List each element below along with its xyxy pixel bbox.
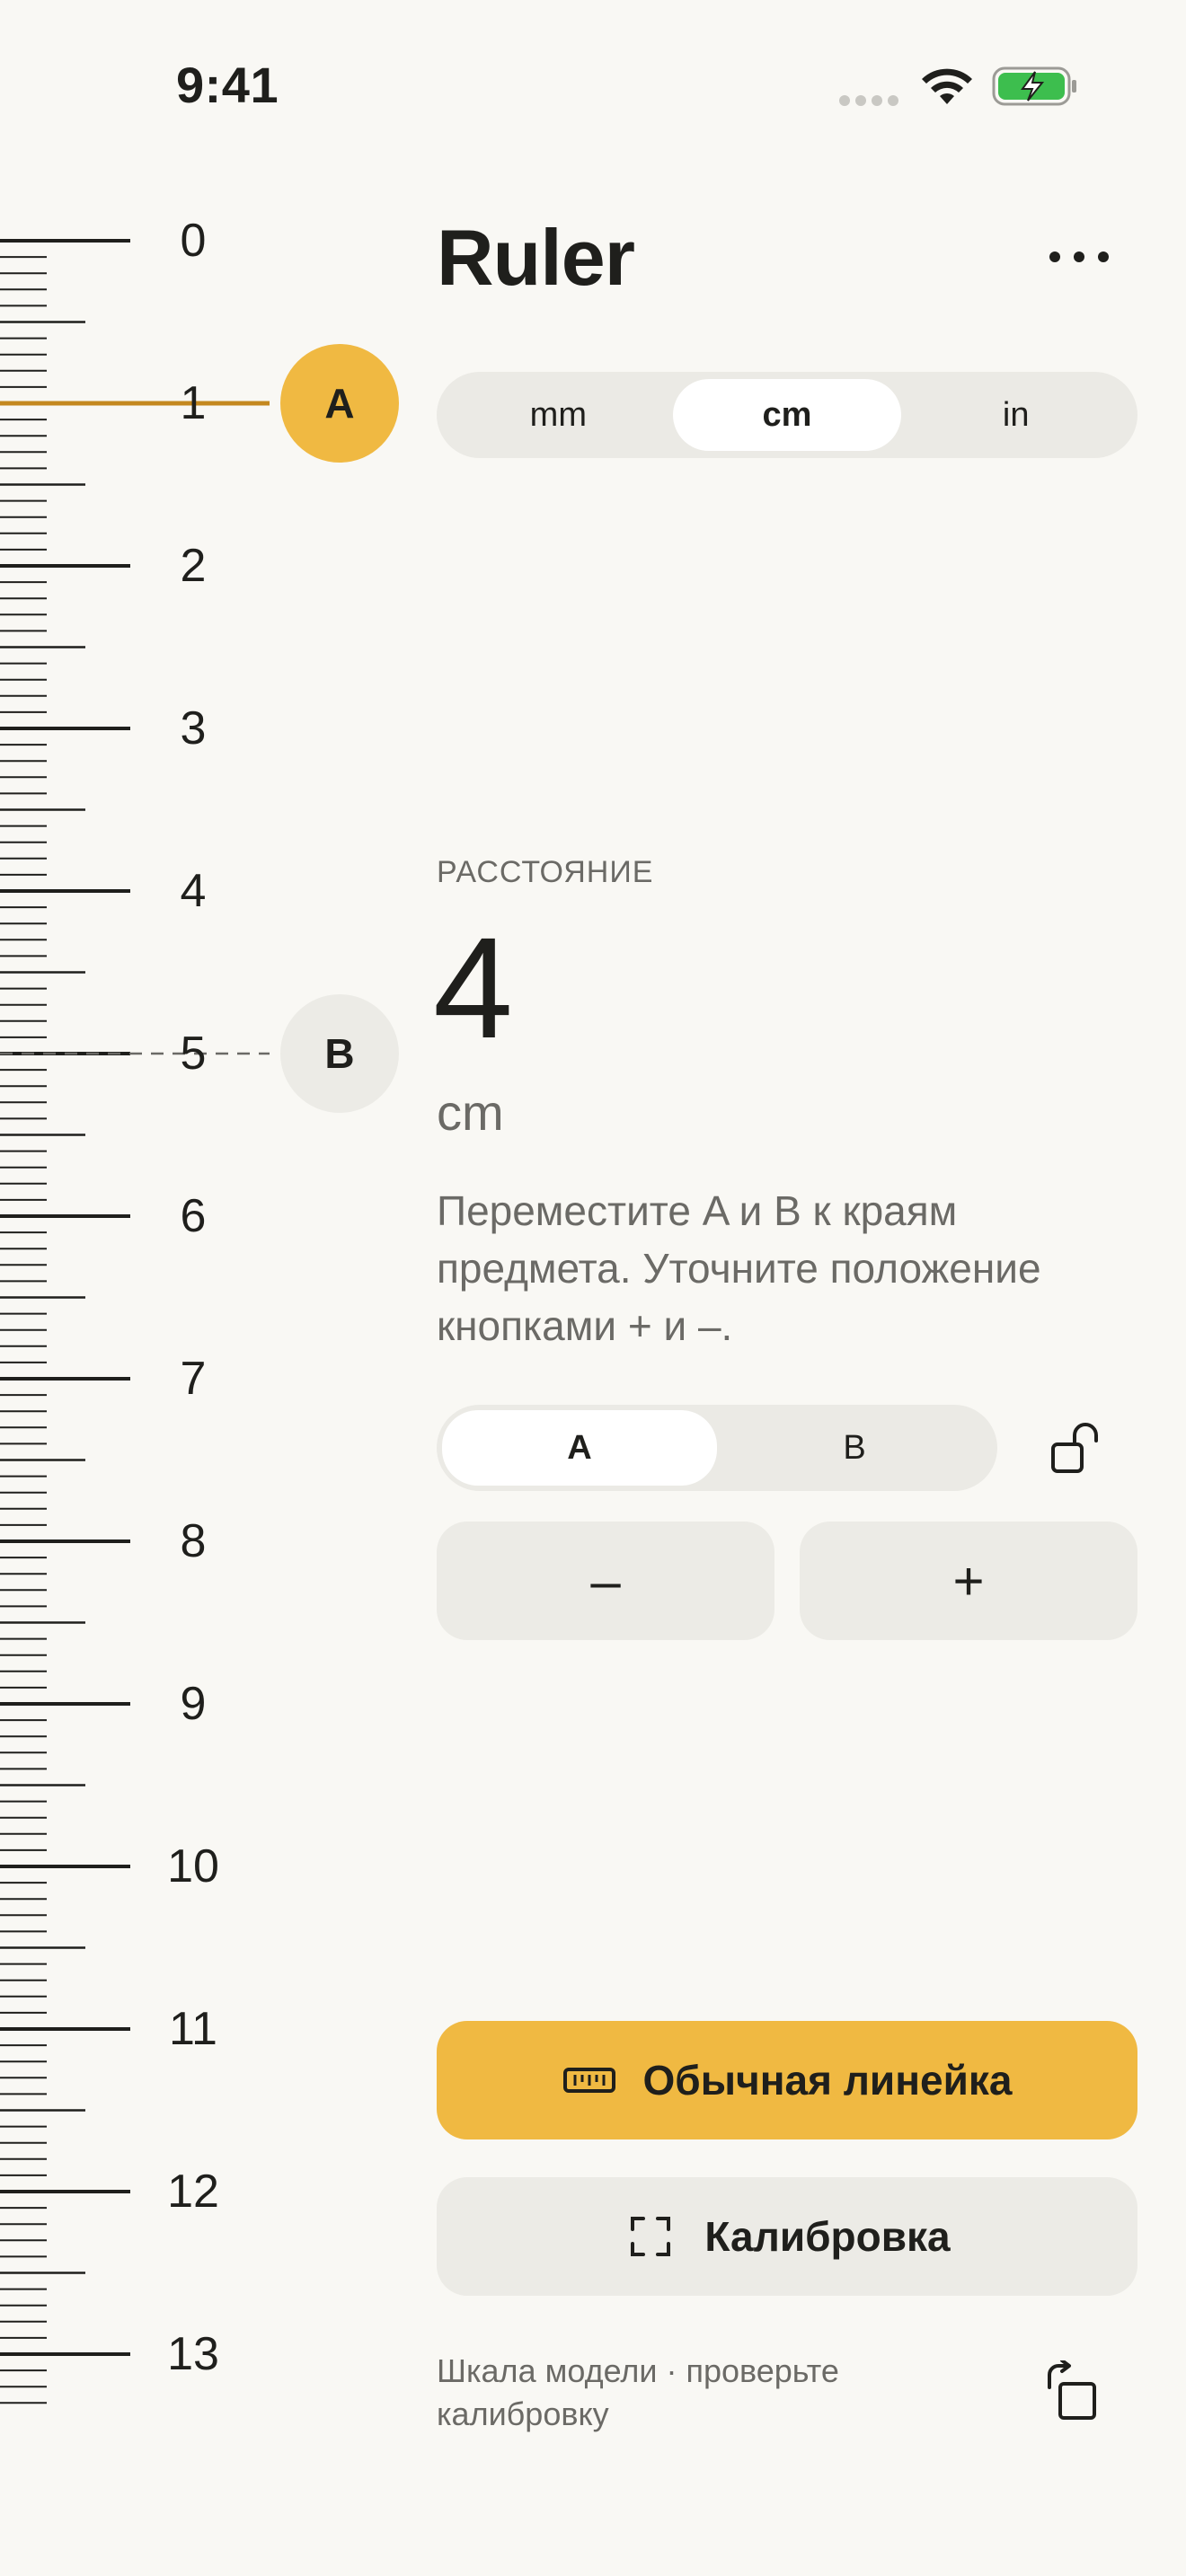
footer-note: Шкала модели · проверьте калибровку xyxy=(437,2352,839,2432)
step-minus-button[interactable]: – xyxy=(437,1522,774,1640)
ruler-label: 8 xyxy=(180,1515,207,1567)
ruler-label: 5 xyxy=(180,1028,207,1080)
unit-option-in[interactable]: in xyxy=(901,379,1130,451)
more-horizontal-icon xyxy=(1049,251,1060,262)
ruler-label: 0 xyxy=(180,215,207,267)
ruler-label: 13 xyxy=(167,2328,219,2380)
ruler-label: 2 xyxy=(180,540,207,592)
distance-unit: cm xyxy=(437,1084,504,1141)
standard-ruler-button[interactable]: Обычная линейка xyxy=(437,2021,1137,2139)
ruler-label: 4 xyxy=(180,865,207,917)
ruler-label: 3 xyxy=(180,702,207,754)
unlock-icon[interactable] xyxy=(1049,1421,1105,1477)
point-option-b[interactable]: B xyxy=(717,1410,992,1486)
ruler-label: 11 xyxy=(169,2003,217,2055)
more-options-button[interactable] xyxy=(1049,237,1109,277)
ruler-label: 7 xyxy=(180,1353,207,1405)
step-plus-button[interactable]: + xyxy=(800,1522,1137,1640)
calibration-button[interactable]: Калибровка xyxy=(437,2177,1137,2296)
unit-option-cm[interactable]: cm xyxy=(672,379,902,451)
ruler-icon xyxy=(562,2068,615,2093)
calibration-label: Калибровка xyxy=(704,2213,951,2260)
rotate-icon[interactable] xyxy=(1042,2360,1105,2423)
ruler-scale[interactable]: 0 1 2 3 4 5 6 7 8 9 10 11 12 13 xyxy=(0,0,270,2576)
point-option-a[interactable]: A xyxy=(442,1410,717,1486)
ruler-label: 6 xyxy=(180,1190,207,1242)
ruler-label: 1 xyxy=(180,377,207,429)
unit-selector[interactable]: mm cm in xyxy=(437,372,1137,458)
point-selector[interactable]: A B xyxy=(437,1405,997,1491)
ruler-label: 12 xyxy=(167,2166,219,2218)
wifi-icon xyxy=(922,68,972,104)
calibration-frame-icon xyxy=(631,2217,671,2256)
page-title: Ruler xyxy=(437,213,635,302)
handle-b[interactable]: B xyxy=(280,994,399,1113)
instruction-text: Переместите A и B к краям предмета. Уточ… xyxy=(437,1187,1041,1349)
standard-ruler-label: Обычная линейка xyxy=(642,2057,1013,2104)
battery-charging-icon xyxy=(992,66,1076,106)
unit-option-mm[interactable]: mm xyxy=(444,379,673,451)
handle-a[interactable]: A xyxy=(280,344,399,463)
ruler-label: 10 xyxy=(167,1840,219,1892)
ruler-label: 9 xyxy=(180,1678,207,1730)
signal-dots-icon xyxy=(839,95,900,106)
distance-label: РАССТОЯНИЕ xyxy=(437,855,654,889)
distance-value: 4 xyxy=(433,907,513,1068)
